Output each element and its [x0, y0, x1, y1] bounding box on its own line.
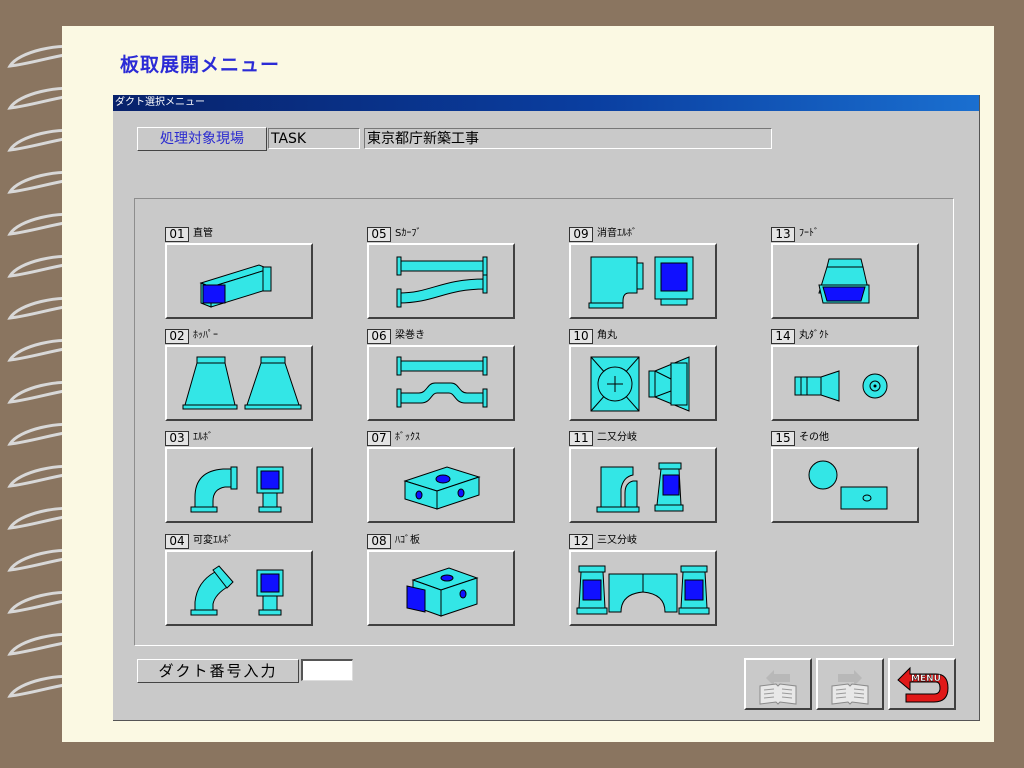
menu-button[interactable]: MENU — [888, 658, 956, 710]
duct-item-07: 07 ﾎﾞｯｸｽ — [367, 430, 519, 530]
item-number: 01 — [165, 226, 189, 242]
item-number: 15 — [771, 430, 795, 446]
elbow-button[interactable] — [165, 447, 313, 523]
duct-item-12: 12 三又分岐 — [569, 533, 721, 633]
item-name: 角丸 — [597, 330, 617, 341]
item-name: 二又分岐 — [597, 432, 637, 443]
item-number: 05 — [367, 226, 391, 242]
other-icon — [808, 460, 888, 510]
item-number: 03 — [165, 430, 189, 446]
item-name: 丸ﾀﾞｸﾄ — [799, 330, 829, 341]
other-button[interactable] — [771, 447, 919, 523]
duct-item-01: 01 直管 — [165, 226, 317, 326]
item-name: 可変ｴﾙﾎﾞ — [193, 535, 233, 546]
duct-item-13: 13 ﾌｰﾄﾞ — [771, 226, 923, 326]
item-number: 07 — [367, 430, 391, 446]
s-curve-button[interactable] — [367, 243, 515, 319]
item-name: ﾊｺﾞ板 — [395, 535, 420, 546]
menu-label: MENU — [911, 674, 941, 684]
duct-item-11: 11 二又分岐 — [569, 430, 721, 530]
variable-elbow-button[interactable] — [165, 550, 313, 626]
three-way-branch-button[interactable] — [569, 550, 717, 626]
duct-item-15: 15 その他 — [771, 430, 923, 530]
item-name: 三又分岐 — [597, 535, 637, 546]
box-plate-button[interactable] — [367, 550, 515, 626]
hopper-button[interactable] — [165, 345, 313, 421]
hopper-icon — [182, 356, 302, 410]
item-number: 12 — [569, 533, 593, 549]
silencer-elbow-button[interactable] — [569, 243, 717, 319]
duct-item-06: 06 梁巻き — [367, 328, 519, 428]
silencer-elbow-icon — [588, 256, 694, 309]
duct-item-05: 05 Sｶｰﾌﾞ — [367, 226, 519, 326]
item-number: 09 — [569, 226, 593, 242]
three-way-branch-icon — [576, 565, 710, 615]
item-number: 04 — [165, 533, 189, 549]
item-name: ﾌｰﾄﾞ — [799, 228, 819, 239]
item-number: 08 — [367, 533, 391, 549]
previous-page-button[interactable] — [744, 658, 812, 710]
next-page-button[interactable] — [816, 658, 884, 710]
duct-item-04: 04 可変ｴﾙﾎﾞ — [165, 533, 317, 633]
book-prev-icon — [759, 670, 797, 705]
duct-number-input[interactable] — [301, 659, 353, 681]
elbow-icon — [190, 466, 284, 513]
item-number: 11 — [569, 430, 593, 446]
menu-arrow-icon: MENU — [897, 666, 949, 703]
duct-number-label: ダクト番号入力 — [137, 659, 299, 683]
item-number: 06 — [367, 328, 391, 344]
variable-elbow-icon — [190, 565, 284, 616]
square-round-button[interactable] — [569, 345, 717, 421]
item-name: ﾎﾞｯｸｽ — [395, 432, 420, 443]
item-name: 消音ｴﾙﾎﾞ — [597, 228, 637, 239]
item-name: ｴﾙﾎﾞ — [193, 432, 213, 443]
round-duct-icon — [794, 370, 888, 402]
two-way-branch-icon — [596, 462, 684, 513]
straight-duct-icon — [199, 264, 272, 308]
site-label-button[interactable]: 処理対象現場 — [137, 127, 267, 151]
book-next-icon — [831, 670, 869, 705]
s-curve-icon — [396, 256, 488, 308]
item-name: Sｶｰﾌﾞ — [395, 228, 422, 239]
site-name-field: 東京都庁新築工事 — [364, 128, 772, 149]
two-way-branch-button[interactable] — [569, 447, 717, 523]
hood-button[interactable] — [771, 243, 919, 319]
item-name: 梁巻き — [395, 330, 425, 341]
hood-icon — [818, 258, 870, 304]
item-number: 14 — [771, 328, 795, 344]
item-number: 02 — [165, 328, 189, 344]
beam-wrap-icon — [396, 356, 488, 408]
box-plate-icon — [406, 567, 479, 617]
duct-item-03: 03 ｴﾙﾎﾞ — [165, 430, 317, 530]
item-name: その他 — [799, 432, 829, 443]
straight-duct-button[interactable] — [165, 243, 313, 319]
window-titlebar: ダクト選択メニュー — [113, 95, 979, 111]
item-name: 直管 — [193, 228, 213, 239]
duct-item-09: 09 消音ｴﾙﾎﾞ — [569, 226, 721, 326]
box-icon — [403, 466, 481, 510]
beam-wrap-button[interactable] — [367, 345, 515, 421]
box-button[interactable] — [367, 447, 515, 523]
duct-item-10: 10 角丸 — [569, 328, 721, 428]
duct-item-08: 08 ﾊｺﾞ板 — [367, 533, 519, 633]
round-duct-button[interactable] — [771, 345, 919, 421]
page-title: 板取展開メニュー — [120, 54, 281, 76]
duct-item-02: 02 ﾎｯﾊﾟｰ — [165, 328, 317, 428]
square-round-icon — [590, 356, 690, 412]
site-code-field: TASK — [268, 128, 360, 149]
item-number: 13 — [771, 226, 795, 242]
item-name: ﾎｯﾊﾟｰ — [193, 330, 218, 341]
item-number: 10 — [569, 328, 593, 344]
duct-item-14: 14 丸ﾀﾞｸﾄ — [771, 328, 923, 428]
